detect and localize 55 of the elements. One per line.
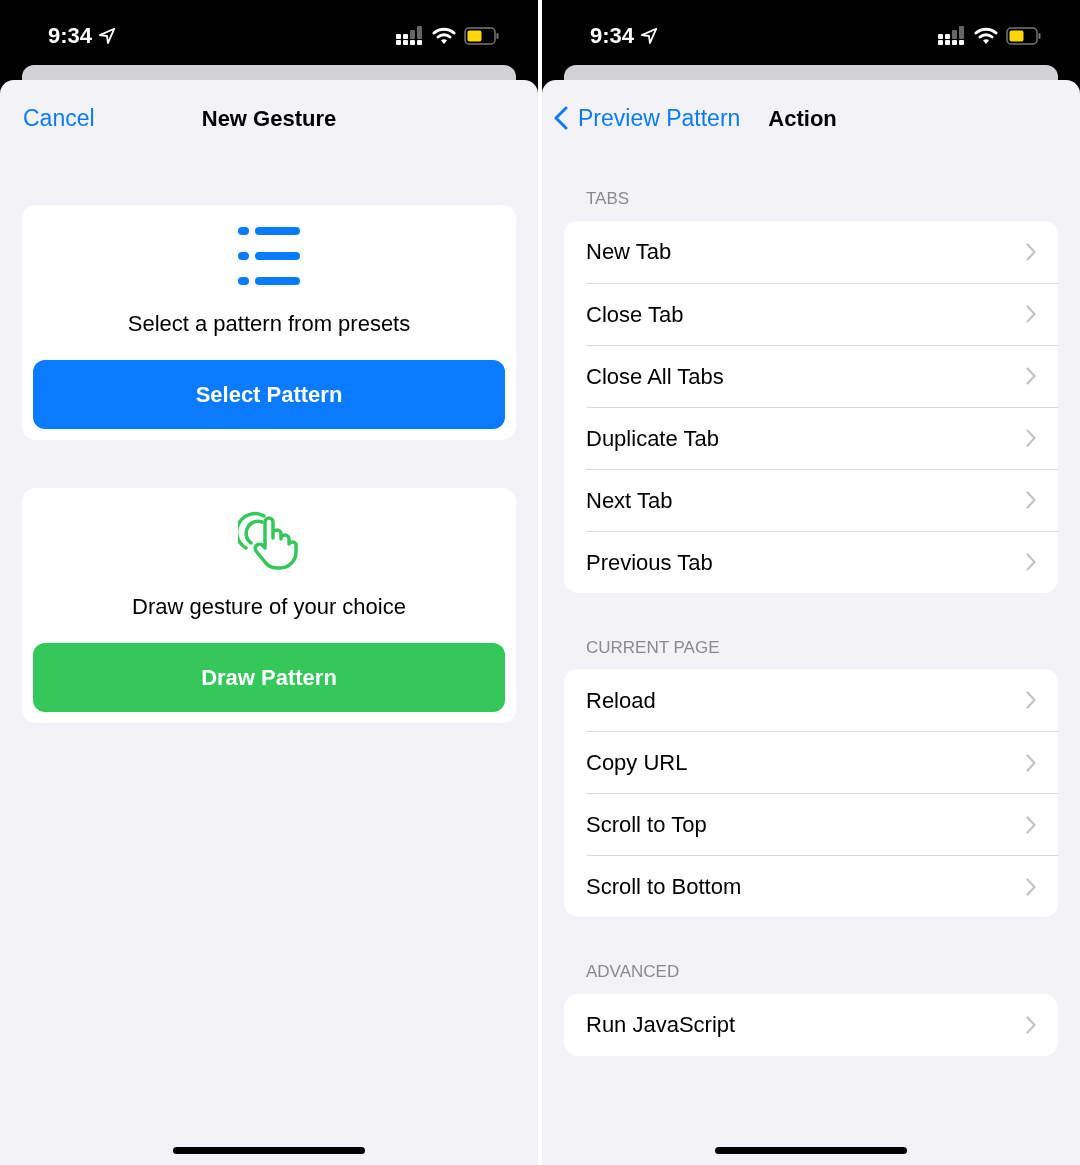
section-header: CURRENT PAGE (585, 636, 721, 659)
chevron-right-icon (1026, 242, 1036, 261)
section-header: TABS (585, 188, 631, 210)
action-row[interactable]: New Tab (586, 220, 1058, 283)
action-row[interactable]: Scroll to Bottom (586, 855, 1058, 917)
action-row[interactable]: Close All Tabs (586, 344, 1058, 407)
cancel-button[interactable]: Cancel (23, 100, 95, 136)
chevron-right-icon (1026, 1015, 1036, 1034)
action-label: Previous Tab (586, 548, 713, 577)
chevron-left-icon (554, 106, 568, 130)
action-row[interactable]: Next Tab (586, 468, 1058, 531)
action-row[interactable]: Scroll to Top (586, 793, 1058, 855)
chevron-right-icon (1026, 877, 1036, 896)
action-label: Close Tab (586, 300, 684, 329)
wifi-icon (974, 26, 998, 45)
location-arrow-icon (640, 26, 659, 45)
chevron-right-icon (1026, 491, 1036, 509)
action-label: Reload (586, 686, 656, 715)
battery-icon (464, 26, 500, 45)
action-label: Scroll to Bottom (586, 873, 742, 901)
back-button[interactable]: Preview Pattern (554, 100, 741, 136)
section-header: ADVANCED (585, 961, 681, 983)
wifi-icon (432, 26, 456, 45)
chevron-right-icon (1026, 367, 1036, 385)
chevron-right-icon (1026, 691, 1036, 709)
action-label: Next Tab (586, 486, 673, 515)
chevron-right-icon (1026, 305, 1036, 323)
action-row[interactable]: Run JavaScript (586, 993, 1058, 1056)
action-row[interactable]: Reload (586, 669, 1058, 731)
action-row[interactable]: Copy URL (586, 731, 1058, 793)
action-label: Run JavaScript (586, 1011, 736, 1039)
signal-icon (938, 25, 966, 46)
card-description: Select a pattern from presets (127, 310, 411, 338)
action-label: Close All Tabs (586, 362, 724, 391)
location-arrow-icon (98, 26, 117, 45)
chevron-right-icon (1026, 429, 1036, 447)
status-time: 9:34 (590, 24, 635, 47)
list-icon (238, 225, 300, 287)
pattern-button[interactable]: Select Pattern (33, 360, 505, 429)
screen-title: New Gesture (201, 104, 337, 133)
action-label: Copy URL (586, 749, 688, 777)
action-label: Scroll to Top (586, 811, 707, 839)
chevron-right-icon (1026, 553, 1036, 571)
battery-icon (1006, 26, 1042, 45)
action-row[interactable]: Duplicate Tab (586, 406, 1058, 469)
action-label: New Tab (586, 238, 672, 266)
chevron-right-icon (1026, 815, 1036, 834)
status-time: 9:34 (48, 24, 93, 47)
signal-icon (396, 25, 424, 46)
action-label: Duplicate Tab (586, 424, 719, 453)
card-description: Draw gesture of your choice (132, 593, 406, 621)
screen-title: Action (768, 104, 837, 133)
action-row[interactable]: Previous Tab (586, 530, 1058, 593)
action-row[interactable]: Close Tab (586, 282, 1058, 345)
chevron-right-icon (1026, 753, 1036, 772)
